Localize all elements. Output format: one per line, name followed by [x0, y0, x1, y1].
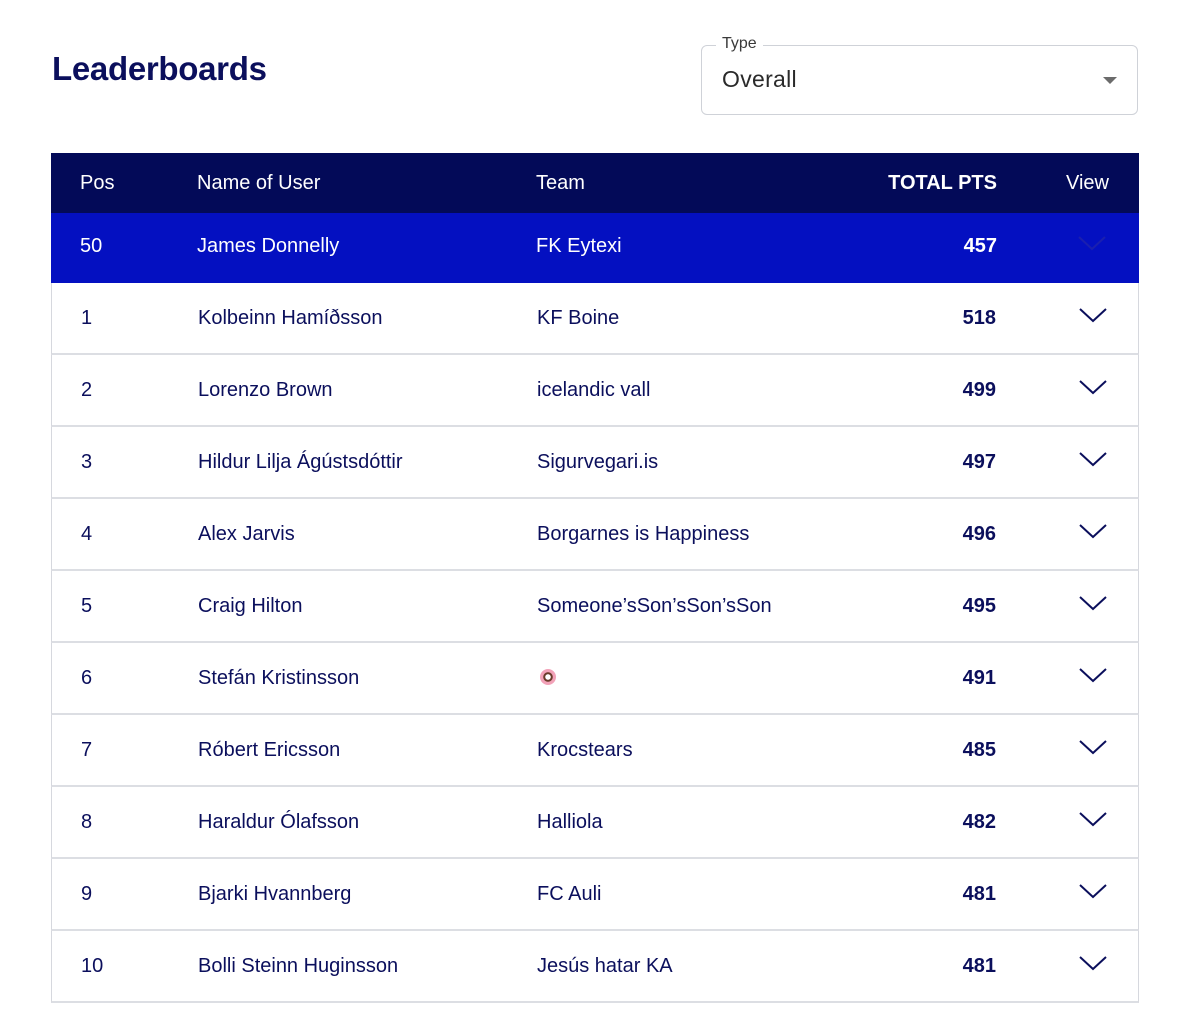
- row-user-name: Craig Hilton: [198, 595, 303, 617]
- chevron-down-icon[interactable]: [1078, 953, 1108, 973]
- chevron-down-icon[interactable]: [1078, 593, 1108, 613]
- row-pos: 7: [81, 739, 93, 761]
- row-points: 491: [962, 667, 996, 689]
- row-team: KF Boine: [537, 307, 620, 329]
- table-header: Pos Name of User Team TOTAL PTS View: [51, 153, 1139, 213]
- row-pos: 8: [81, 811, 93, 833]
- row-points: 495: [962, 595, 996, 617]
- leaderboard-table: Pos Name of User Team TOTAL PTS View 50 …: [51, 153, 1139, 1003]
- table-row[interactable]: 1 Kolbeinn Hamíðsson KF Boine 518: [51, 283, 1139, 355]
- row-pos: 50: [80, 235, 103, 257]
- header-team: Team: [536, 172, 585, 194]
- current-user-row[interactable]: 50 James Donnelly FK Eytexi 457: [51, 213, 1139, 283]
- row-team: Someone’sSon’sSon’sSon: [537, 595, 772, 617]
- chevron-down-icon[interactable]: [1078, 881, 1108, 901]
- row-pos: 2: [81, 379, 93, 401]
- row-team: Jesús hatar KA: [537, 955, 673, 977]
- type-select-value: Overall: [722, 66, 797, 92]
- row-points: 457: [963, 235, 997, 257]
- row-user-name: Kolbeinn Hamíðsson: [198, 307, 383, 329]
- header-pos: Pos: [80, 172, 115, 194]
- row-points: 482: [962, 811, 996, 833]
- row-pos: 4: [81, 523, 93, 545]
- type-select[interactable]: Type Overall: [701, 35, 1138, 115]
- leaderboard-rows: 1 Kolbeinn Hamíðsson KF Boine 518 2 Lorenzo B…: [51, 283, 1139, 1003]
- table-row[interactable]: 6 Stefán Kristinsson 491: [51, 643, 1139, 715]
- row-points: 496: [962, 523, 996, 545]
- header-view: View: [1066, 172, 1109, 194]
- row-points: 485: [962, 739, 996, 761]
- row-pos: 10: [81, 955, 104, 977]
- row-pos: 1: [81, 307, 93, 329]
- table-row[interactable]: 3 Hildur Lilja Ágústsdóttir Sigurvegari.is…: [51, 427, 1139, 499]
- table-row[interactable]: 9 Bjarki Hvannberg FC Auli 481: [51, 859, 1139, 931]
- row-user-name: Bolli Steinn Huginsson: [198, 955, 399, 977]
- row-user-name: Lorenzo Brown: [198, 379, 333, 401]
- table-row[interactable]: 4 Alex Jarvis Borgarnes is Happiness 496: [51, 499, 1139, 571]
- row-pos: 5: [81, 595, 93, 617]
- caret-down-icon[interactable]: [1103, 77, 1117, 84]
- row-points: 481: [962, 883, 996, 905]
- row-user-name: James Donnelly: [197, 235, 340, 257]
- table-row[interactable]: 10 Bolli Steinn Huginsson Jesús hatar KA 48…: [51, 931, 1139, 1003]
- table-row[interactable]: 2 Lorenzo Brown icelandic vall 499: [51, 355, 1139, 427]
- row-team: Krocstears: [537, 739, 633, 761]
- header-name: Name of User: [197, 172, 321, 194]
- type-select-label: Type: [716, 35, 763, 53]
- donut-icon: [537, 643, 556, 713]
- chevron-down-icon[interactable]: [1078, 809, 1108, 829]
- chevron-down-icon[interactable]: [1078, 521, 1108, 541]
- chevron-down-icon[interactable]: [1078, 737, 1108, 757]
- row-points: 518: [962, 307, 996, 329]
- row-user-name: Róbert Ericsson: [198, 739, 341, 761]
- leaderboards-page: Leaderboards Type Overall Pos Name of Us…: [0, 0, 1200, 1015]
- row-team: Borgarnes is Happiness: [537, 523, 750, 545]
- row-team: Sigurvegari.is: [537, 451, 659, 473]
- row-pos: 6: [81, 667, 93, 689]
- row-team: icelandic vall: [537, 379, 651, 401]
- donut-emoji-icon: [540, 668, 556, 685]
- table-row[interactable]: 7 Róbert Ericsson Krocstears 485: [51, 715, 1139, 787]
- row-points: 497: [962, 451, 996, 473]
- chevron-down-icon[interactable]: [1078, 665, 1108, 685]
- chevron-down-icon[interactable]: [1077, 233, 1107, 253]
- row-team: FK Eytexi: [536, 235, 622, 257]
- chevron-down-icon[interactable]: [1078, 305, 1108, 325]
- row-user-name: Alex Jarvis: [198, 523, 295, 545]
- table-row[interactable]: 5 Craig Hilton Someone’sSon’sSon’sSon 495: [51, 571, 1139, 643]
- chevron-down-icon[interactable]: [1078, 449, 1108, 469]
- row-user-name: Stefán Kristinsson: [198, 667, 360, 689]
- row-user-name: Haraldur Ólafsson: [198, 811, 360, 833]
- row-user-name: Hildur Lilja Ágústsdóttir: [198, 451, 403, 473]
- row-points: 499: [962, 379, 996, 401]
- page-title: Leaderboards: [52, 50, 267, 87]
- header-total-pts: TOTAL PTS: [888, 172, 997, 194]
- row-user-name: Bjarki Hvannberg: [198, 883, 352, 905]
- row-team: FC Auli: [537, 883, 602, 905]
- row-points: 481: [962, 955, 996, 977]
- row-team: Halliola: [537, 811, 603, 833]
- row-pos: 3: [81, 451, 93, 473]
- row-pos: 9: [81, 883, 93, 905]
- table-row[interactable]: 8 Haraldur Ólafsson Halliola 482: [51, 787, 1139, 859]
- chevron-down-icon[interactable]: [1078, 377, 1108, 397]
